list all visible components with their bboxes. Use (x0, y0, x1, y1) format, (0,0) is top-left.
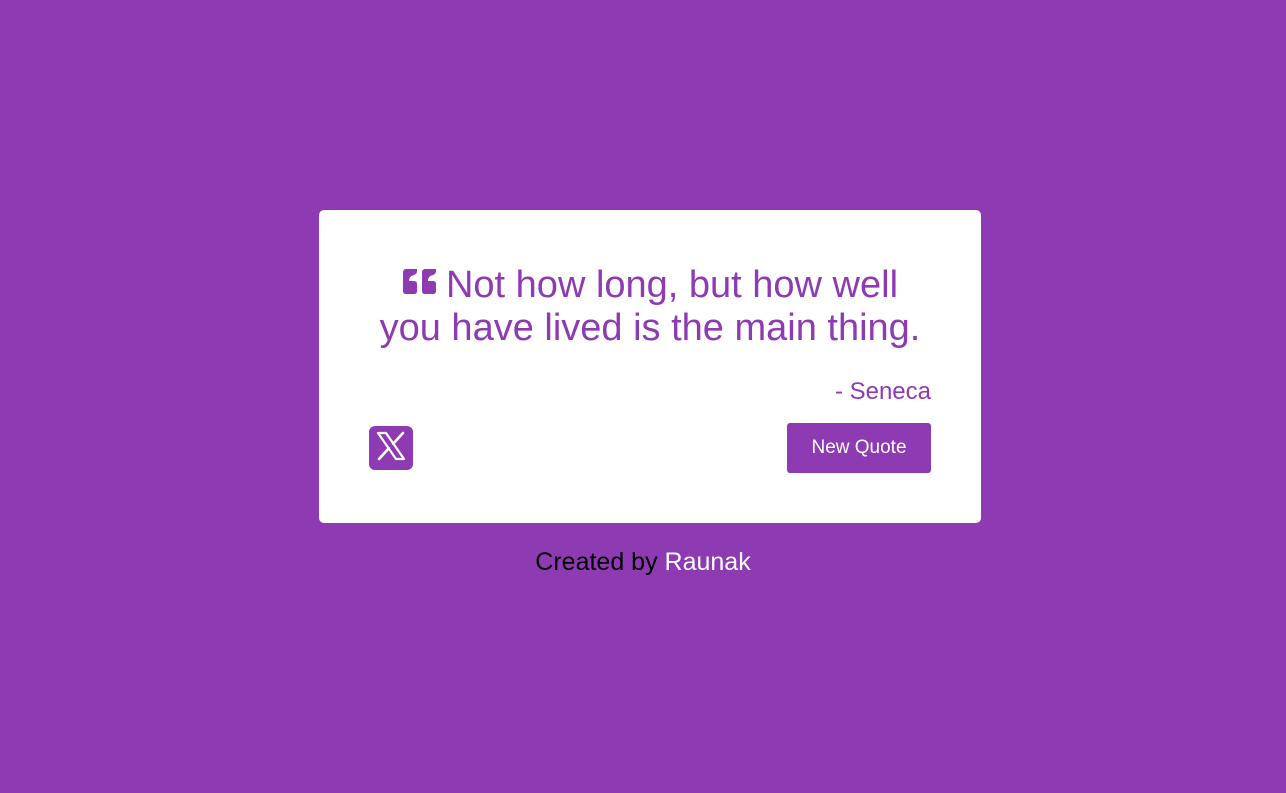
quote-box: Not how long, but how well you have live… (319, 210, 981, 523)
x-logo-icon (375, 430, 407, 467)
quote-text-block: Not how long, but how well you have live… (369, 260, 931, 350)
footer: Created by Raunak (0, 546, 1286, 578)
quote-author: - Seneca (834, 378, 931, 405)
new-quote-button[interactable]: New Quote (787, 423, 931, 473)
button-row: New Quote (369, 423, 931, 473)
quote-text: Not how long, but how well you have live… (379, 264, 921, 349)
tweet-button[interactable] (369, 426, 413, 470)
author-link[interactable]: Raunak (665, 548, 751, 576)
footer-prefix: Created by (535, 548, 665, 576)
quote-left-icon (402, 262, 438, 294)
